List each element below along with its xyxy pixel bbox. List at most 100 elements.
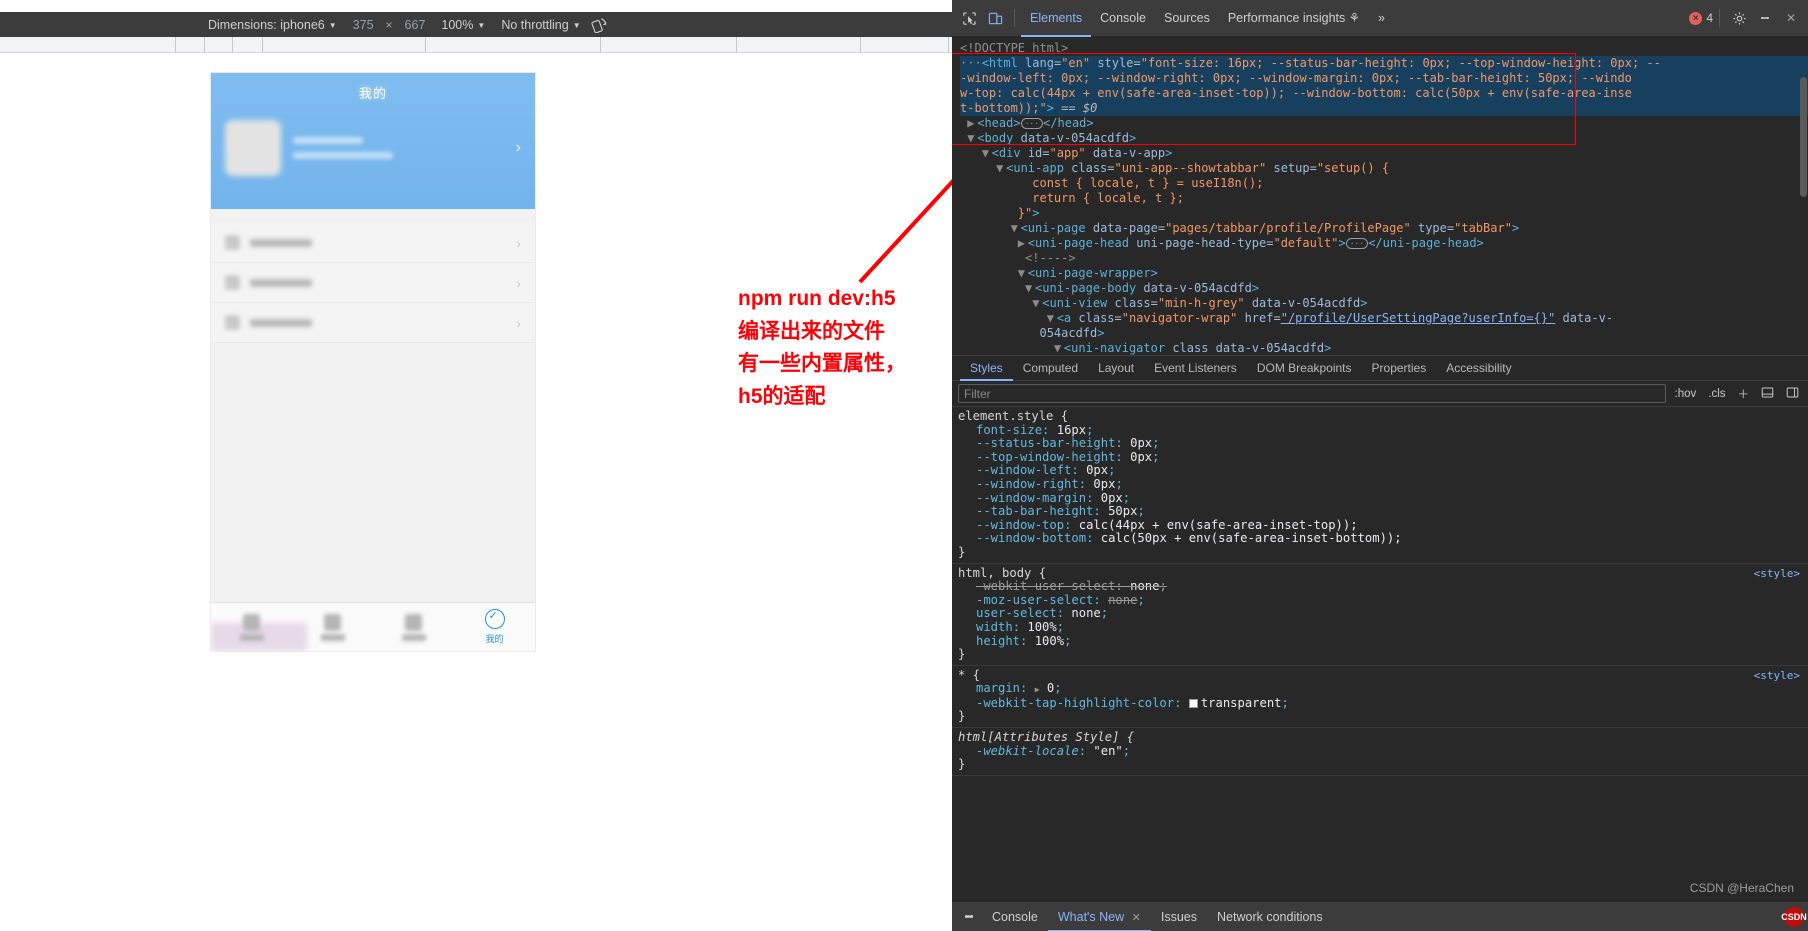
class-sidebar-icon[interactable] xyxy=(1783,386,1802,402)
tabbar-item-3[interactable] xyxy=(373,603,454,651)
tab-styles[interactable]: Styles xyxy=(960,355,1013,381)
css-value: 16px xyxy=(1057,423,1086,437)
tab-computed[interactable]: Computed xyxy=(1013,355,1088,381)
dom-line-uni-page-head[interactable]: ▶<uni-page-head uni-page-head-type="defa… xyxy=(960,236,1808,251)
dom-line-div-app[interactable]: ▼<div id="app" data-v-app> xyxy=(960,146,1808,161)
more-vertical-icon[interactable] xyxy=(956,904,982,930)
styles-filter-input[interactable]: Filter xyxy=(958,384,1666,403)
css-declaration[interactable]: --window-margin: 0px; xyxy=(958,492,1800,506)
css-declaration[interactable]: user-select: none; xyxy=(958,607,1800,621)
dom-line-setup-1: const { locale, t } = useI18n(); xyxy=(960,176,1808,191)
tab-properties[interactable]: Properties xyxy=(1362,355,1437,381)
devtools-drawer-tabbar: Console What's New ✕ Issues Network cond… xyxy=(952,901,1808,931)
drawer-tab-console[interactable]: Console xyxy=(982,902,1048,931)
user-info-row[interactable]: › xyxy=(211,102,535,176)
viewport-width-input[interactable]: 375 xyxy=(345,15,382,35)
css-declaration[interactable]: -moz-user-select: none; xyxy=(958,594,1800,608)
plus-icon[interactable]: ＋ xyxy=(1735,386,1753,402)
drawer-tab-whats-new-label: What's New xyxy=(1058,910,1124,924)
css-declaration[interactable]: --top-window-height: 0px; xyxy=(958,451,1800,465)
css-declaration[interactable]: width: 100%; xyxy=(958,621,1800,635)
device-dimensions-dropdown[interactable]: Dimensions: iphone6 ▼ xyxy=(200,15,345,35)
css-rule-close: } xyxy=(958,709,965,723)
drawer-tab-network-conditions[interactable]: Network conditions xyxy=(1207,902,1333,931)
error-count-badge[interactable]: × 4 xyxy=(1689,11,1713,25)
css-prop: --status-bar-height xyxy=(976,436,1115,450)
close-icon[interactable]: ✕ xyxy=(1132,912,1141,924)
css-source-link[interactable]: <style> xyxy=(1754,567,1800,581)
inspect-element-icon[interactable] xyxy=(956,5,982,31)
dom-tree[interactable]: <!DOCTYPE html> ···<html lang="en" style… xyxy=(952,37,1808,355)
dom-line-uni-navigator[interactable]: ▼<uni-navigator class data-v-054acdfd> xyxy=(960,341,1808,355)
cls-button[interactable]: .cls xyxy=(1705,388,1728,400)
zoom-dropdown[interactable]: 100% ▼ xyxy=(433,15,493,35)
tabbar-item-profile[interactable]: 我的 xyxy=(454,603,535,651)
css-declaration[interactable]: --window-left: 0px; xyxy=(958,464,1800,478)
tab-dom-breakpoints[interactable]: DOM Breakpoints xyxy=(1247,355,1362,381)
tab-sources[interactable]: Sources xyxy=(1155,0,1219,37)
tab-accessibility[interactable]: Accessibility xyxy=(1436,355,1521,381)
watermark-badge: CSDN xyxy=(1784,907,1804,927)
bottom-tabbar: 我的 xyxy=(211,602,535,651)
css-declaration[interactable]: height: 100%; xyxy=(958,635,1800,649)
css-declaration[interactable]: --status-bar-height: 0px; xyxy=(958,437,1800,451)
list-item-label xyxy=(250,319,312,327)
drawer-tab-issues[interactable]: Issues xyxy=(1151,902,1207,931)
css-rule-html-body[interactable]: html, body { <style> -webkit-user-select… xyxy=(952,564,1808,666)
more-vertical-icon[interactable] xyxy=(1752,5,1778,31)
css-declaration[interactable]: --tab-bar-height: 50px; xyxy=(958,505,1800,519)
css-value: 50px xyxy=(1108,504,1137,518)
dom-line-setup-3: }"> xyxy=(960,206,1808,221)
css-declaration[interactable]: --window-right: 0px; xyxy=(958,478,1800,492)
annotation-line-4: h5的适配 xyxy=(738,381,958,414)
annotation-left-text: npm run dev:h5 编译出来的文件 有一些内置属性， h5的适配 xyxy=(738,283,958,413)
css-declaration[interactable]: -webkit-tap-highlight-color: transparent… xyxy=(958,697,1800,711)
list-item[interactable]: › xyxy=(211,223,535,263)
tab-layout[interactable]: Layout xyxy=(1088,355,1144,381)
css-selector: html, body { xyxy=(958,566,1046,580)
css-declaration[interactable]: font-size: 16px; xyxy=(958,424,1800,438)
computed-sidebar-icon[interactable] xyxy=(1758,386,1777,402)
dom-line-uni-page-wrapper[interactable]: ▼<uni-page-wrapper> xyxy=(960,266,1808,281)
dom-line-uni-page-body[interactable]: ▼<uni-page-body data-v-054acdfd> xyxy=(960,281,1808,296)
css-prop: --window-bottom xyxy=(976,531,1086,545)
throttling-dropdown[interactable]: No throttling ▼ xyxy=(493,15,588,35)
expand-arrow-icon[interactable]: ▶ xyxy=(1035,685,1040,694)
css-selector: html[Attributes Style] { xyxy=(958,730,1134,744)
rotate-device-icon[interactable] xyxy=(589,15,611,35)
css-rules-list[interactable]: element.style { font-size: 16px; --statu… xyxy=(952,407,1808,901)
css-source-link[interactable]: <style> xyxy=(1754,669,1800,683)
tab-label: 我的 xyxy=(485,632,503,645)
tab-elements[interactable]: Elements xyxy=(1021,0,1091,37)
css-declaration[interactable]: --window-bottom: calc(50px + env(safe-ar… xyxy=(958,532,1800,546)
more-tabs-button[interactable]: » xyxy=(1369,0,1394,37)
annotation-line-3: 有一些内置属性， xyxy=(738,348,958,381)
list-item[interactable]: › xyxy=(211,303,535,343)
gear-icon[interactable] xyxy=(1726,5,1752,31)
color-swatch-icon[interactable] xyxy=(1189,699,1198,708)
dom-line-uni-page[interactable]: ▼<uni-page data-page="pages/tabbar/profi… xyxy=(960,221,1808,236)
drawer-tab-whats-new[interactable]: What's New ✕ xyxy=(1048,902,1151,931)
tab-performance-insights[interactable]: Performance insights ⚘ xyxy=(1219,0,1369,37)
tab-event-listeners[interactable]: Event Listeners xyxy=(1144,355,1247,381)
phone-preview-frame[interactable]: 我的 › › xyxy=(211,73,535,651)
dom-line-anchor[interactable]: ▼<a class="navigator-wrap" href="/profil… xyxy=(960,311,1808,326)
hov-button[interactable]: :hov xyxy=(1672,388,1700,400)
dom-scrollbar[interactable] xyxy=(1800,77,1807,197)
css-declaration[interactable]: margin: ▶ 0; xyxy=(958,682,1800,697)
tab-console[interactable]: Console xyxy=(1091,0,1155,37)
css-rule-attributes-style[interactable]: html[Attributes Style] { -webkit-locale:… xyxy=(952,728,1808,776)
chevron-down-icon: ▼ xyxy=(329,21,337,30)
css-declaration[interactable]: --window-top: calc(44px + env(safe-area-… xyxy=(958,519,1800,533)
viewport-height-input[interactable]: 667 xyxy=(397,15,434,35)
css-declaration[interactable]: -webkit-locale: "en"; xyxy=(958,745,1800,759)
list-item[interactable]: › xyxy=(211,263,535,303)
dom-line-uni-app[interactable]: ▼<uni-app class="uni-app--showtabbar" se… xyxy=(960,161,1808,176)
device-toolbar-icon[interactable] xyxy=(982,5,1008,31)
css-declaration[interactable]: -webkit-user-select: none; xyxy=(958,580,1800,594)
emulated-page-area: 我的 › › xyxy=(0,37,952,931)
dom-line-uni-view[interactable]: ▼<uni-view class="min-h-grey" data-v-054… xyxy=(960,296,1808,311)
css-rule-element-style[interactable]: element.style { font-size: 16px; --statu… xyxy=(952,407,1808,564)
close-icon[interactable]: ✕ xyxy=(1778,5,1804,31)
css-rule-universal[interactable]: * { <style> margin: ▶ 0; -webkit-tap-hig… xyxy=(952,666,1808,728)
